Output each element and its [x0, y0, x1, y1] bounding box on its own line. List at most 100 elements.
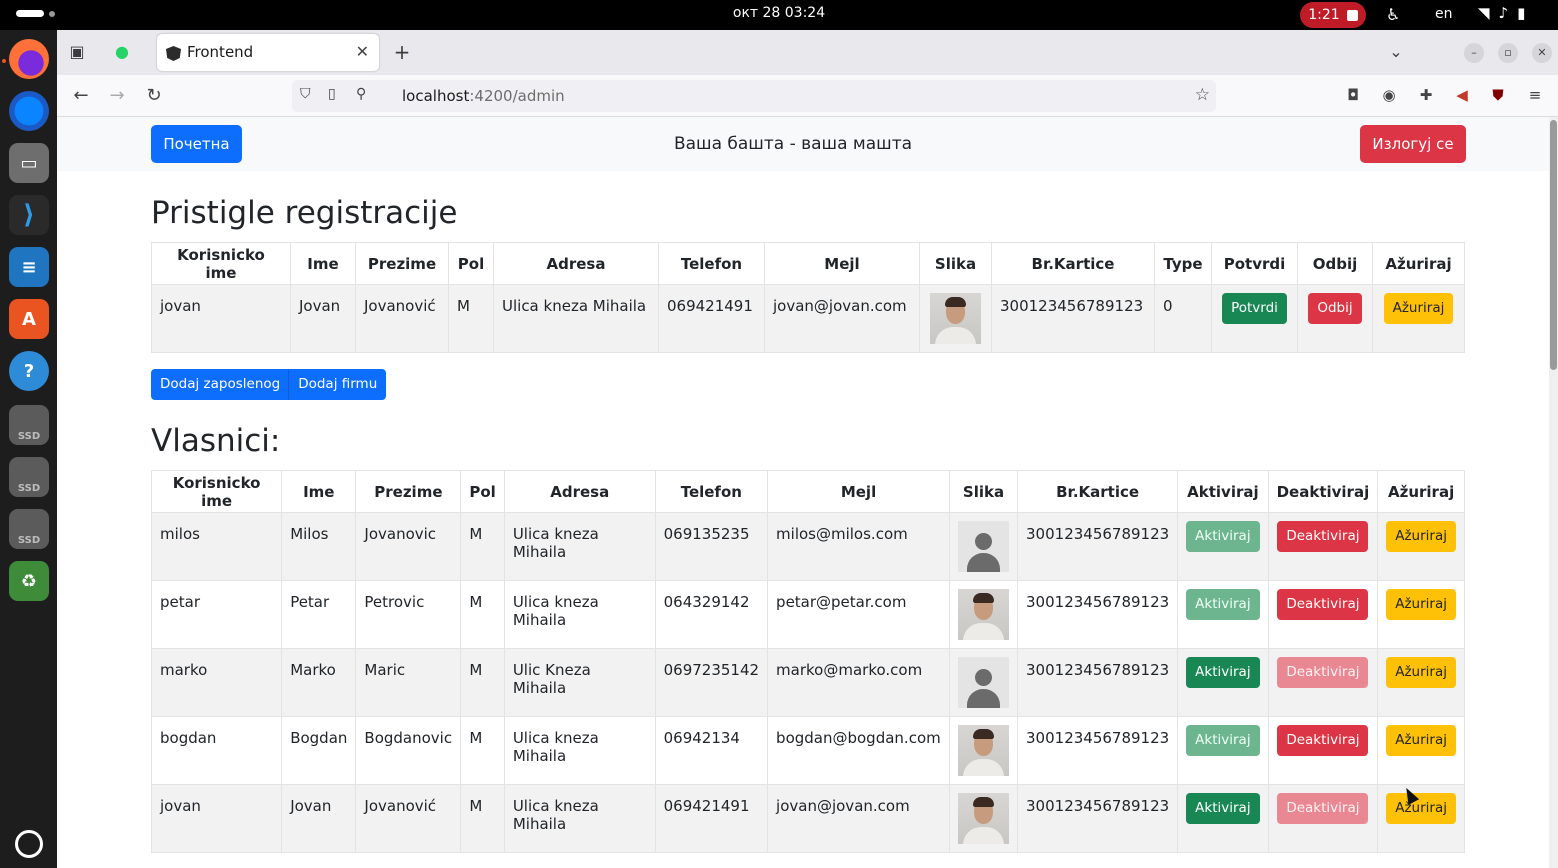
- system-top-bar: окт 28 03:24 1:21 ♿ en ◥ ♪ ▮: [0, 0, 1558, 30]
- cell-gender: M: [460, 512, 505, 581]
- column-header: Adresa: [493, 242, 659, 285]
- activate-button[interactable]: Aktiviraj: [1186, 657, 1260, 688]
- new-tab-icon[interactable]: +: [392, 42, 412, 62]
- column-header: Telefon: [658, 242, 765, 285]
- tracking-protection-shield-icon[interactable]: ⛉: [300, 86, 311, 102]
- cell-card-number: 300123456789123: [1017, 580, 1179, 649]
- update-button[interactable]: Ažuriraj: [1386, 793, 1456, 824]
- bookmark-star-icon[interactable]: ☆: [1195, 85, 1210, 105]
- cell-first-name: Jovan: [290, 284, 356, 353]
- cell-first-name: Bogdan: [281, 716, 357, 785]
- activate-button[interactable]: Aktiviraj: [1186, 725, 1260, 756]
- pocket-icon[interactable]: ◘: [1343, 85, 1363, 105]
- cell-update: Ažuriraj: [1377, 648, 1465, 717]
- deactivate-button[interactable]: Deaktiviraj: [1277, 521, 1369, 552]
- volume-icon: ♪: [1498, 4, 1509, 22]
- activate-button[interactable]: Aktiviraj: [1186, 521, 1260, 552]
- cell-type: 0: [1154, 284, 1212, 353]
- cell-first-name: Marko: [281, 648, 357, 717]
- system-status-menu[interactable]: ◥ ♪ ▮: [1478, 4, 1525, 22]
- ublock-origin-icon[interactable]: ⛊: [1488, 85, 1508, 105]
- reload-icon[interactable]: ↻: [143, 85, 165, 107]
- ssd-drive-icon[interactable]: SSD: [9, 509, 49, 549]
- thunderbird-icon[interactable]: [9, 91, 49, 131]
- logout-button[interactable]: Излогуј се: [1360, 125, 1466, 163]
- update-button[interactable]: Ažuriraj: [1386, 725, 1456, 756]
- update-button[interactable]: Ažuriraj: [1386, 657, 1456, 688]
- cell-gender: M: [460, 784, 505, 853]
- keyboard-language-indicator[interactable]: en: [1435, 6, 1453, 22]
- close-tab-icon[interactable]: ✕: [356, 42, 369, 61]
- column-header: Type: [1154, 242, 1212, 285]
- table-row: jovan Jovan Jovanović M Ulica kneza Mihaila 0…: [150, 784, 1465, 853]
- show-apps-icon[interactable]: [15, 830, 43, 858]
- column-header: Adresa: [503, 470, 656, 513]
- table-header-row: Korisnicko ime Ime Prezime Pol Adresa Te…: [151, 242, 1465, 285]
- confirm-button[interactable]: Potvrdi: [1222, 293, 1287, 324]
- activate-button[interactable]: Aktiviraj: [1186, 793, 1260, 824]
- app-menu-icon[interactable]: ≡: [1525, 85, 1545, 105]
- account-icon[interactable]: ◉: [1379, 85, 1399, 105]
- update-button[interactable]: Ažuriraj: [1386, 589, 1456, 620]
- cell-last-name: Bogdanovic: [355, 716, 462, 785]
- vscode-icon[interactable]: ⟩: [9, 195, 49, 235]
- reject-button[interactable]: Odbij: [1308, 293, 1362, 324]
- screen-recording-indicator[interactable]: 1:21: [1300, 2, 1366, 28]
- page-info-icon[interactable]: ▯: [328, 86, 336, 102]
- firefox-view-icon[interactable]: ▣: [67, 42, 87, 62]
- cell-update: Ažuriraj: [1372, 284, 1465, 353]
- add-company-button[interactable]: Dodaj firmu: [289, 369, 387, 400]
- cell-last-name: Petrovic: [355, 580, 462, 649]
- deactivate-button[interactable]: Deaktiviraj: [1277, 589, 1369, 620]
- cell-last-name: Jovanovic: [355, 512, 462, 581]
- column-header: Br.Kartice: [991, 242, 1155, 285]
- minimize-window-icon[interactable]: –: [1464, 43, 1484, 63]
- scrollbar-thumb[interactable]: [1550, 120, 1557, 370]
- firefox-window: ▣ ● Frontend ✕ + ⌄ – ▫ ✕ ← → ↻ ⛉ ▯ ⚲ loc…: [57, 30, 1558, 868]
- cell-gender: M: [460, 580, 505, 649]
- cell-phone: 064329142: [654, 580, 769, 649]
- cell-address: Ulica kneza Mihaila: [503, 512, 656, 581]
- battery-icon: ▮: [1517, 4, 1526, 22]
- app-header: Почетна Ваша башта - ваша машта Излогуј …: [57, 117, 1549, 171]
- cell-address: Ulica kneza Mihaila: [493, 284, 659, 353]
- tab-frontend[interactable]: Frontend ✕: [157, 34, 379, 71]
- page-scrollbar[interactable]: [1549, 117, 1558, 868]
- column-header: Telefon: [654, 470, 769, 513]
- list-all-tabs-icon[interactable]: ⌄: [1386, 42, 1406, 62]
- whatsapp-pinned-tab-icon[interactable]: ●: [112, 42, 132, 62]
- permissions-icon[interactable]: ⚲: [356, 86, 366, 102]
- ssd-drive-icon[interactable]: SSD: [9, 457, 49, 497]
- writer-icon[interactable]: ≡: [9, 247, 49, 287]
- update-button[interactable]: Ažuriraj: [1383, 293, 1454, 324]
- activate-button[interactable]: Aktiviraj: [1186, 589, 1260, 620]
- address-bar[interactable]: ⛉ ▯ ⚲ localhost:4200/admin ☆: [292, 80, 1216, 112]
- firefox-icon[interactable]: [9, 39, 49, 79]
- help-icon[interactable]: ?: [9, 351, 49, 391]
- close-window-icon[interactable]: ✕: [1532, 43, 1552, 63]
- add-employee-button[interactable]: Dodaj zaposlenog: [151, 369, 290, 400]
- back-icon[interactable]: ←: [70, 85, 92, 107]
- cell-update: Ažuriraj: [1377, 512, 1465, 581]
- cell-card-number: 300123456789123: [1017, 716, 1179, 785]
- deactivate-button[interactable]: Deaktiviraj: [1277, 793, 1369, 824]
- cell-phone: 06942134: [654, 716, 769, 785]
- deactivate-button[interactable]: Deaktiviraj: [1277, 657, 1369, 688]
- cell-username: jovan: [151, 284, 291, 353]
- files-icon[interactable]: ▭: [9, 143, 49, 183]
- cell-activate: Aktiviraj: [1177, 716, 1269, 785]
- forward-icon[interactable]: →: [106, 85, 128, 107]
- running-app-indicator: [2, 59, 6, 63]
- extensions-icon[interactable]: ✚: [1416, 85, 1436, 105]
- ssd-drive-icon[interactable]: SSD: [9, 405, 49, 445]
- cell-update: Ažuriraj: [1377, 784, 1465, 853]
- trash-icon[interactable]: ♻: [9, 561, 49, 601]
- default-avatar-icon: [958, 657, 1010, 708]
- accessibility-icon[interactable]: ♿: [1386, 5, 1400, 24]
- restore-window-icon[interactable]: ▫: [1498, 43, 1518, 63]
- deactivate-button[interactable]: Deaktiviraj: [1277, 725, 1369, 756]
- cell-username: petar: [150, 580, 283, 649]
- megaphone-extension-icon[interactable]: ◀: [1452, 85, 1472, 105]
- update-button[interactable]: Ažuriraj: [1386, 521, 1456, 552]
- app-center-icon[interactable]: A: [9, 299, 49, 339]
